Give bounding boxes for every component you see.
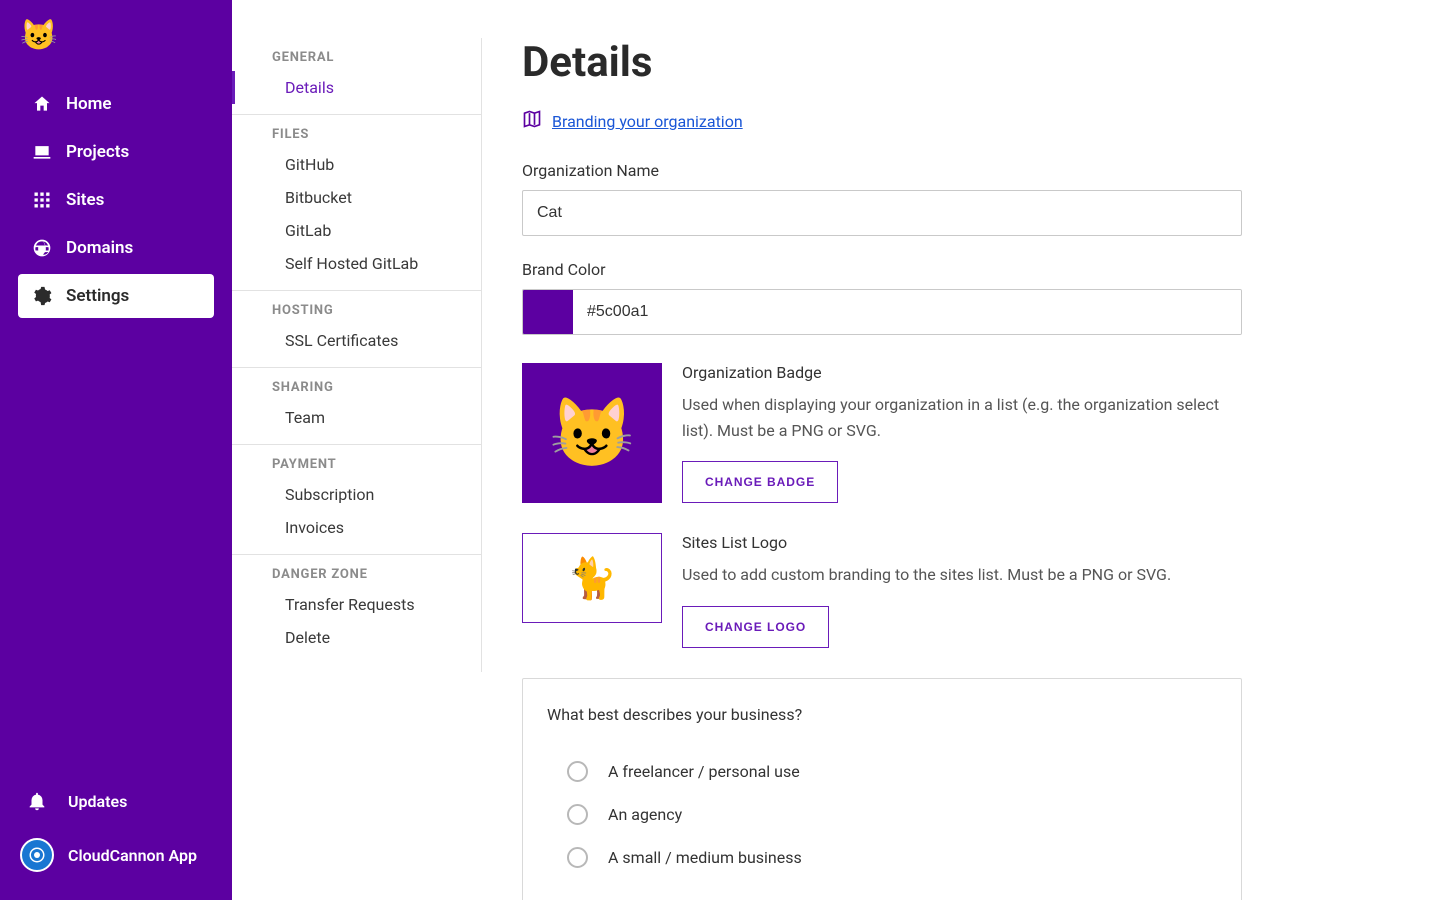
brand-color-label: Brand Color [522, 260, 1400, 279]
subnav-item-bitbucket[interactable]: Bitbucket [232, 181, 481, 214]
map-icon [522, 109, 542, 133]
change-logo-button[interactable]: CHANGE LOGO [682, 606, 829, 648]
radio-icon [567, 847, 588, 868]
sidebar-bottom: Updates CloudCannon App [18, 774, 214, 882]
org-badge-preview: 😺 [522, 363, 662, 503]
brand-color-field [522, 289, 1242, 335]
business-type-question: What best describes your business? [547, 705, 1217, 724]
subnav-item-team[interactable]: Team [232, 401, 481, 434]
subnav-header-danger: DANGER ZONE [232, 565, 481, 588]
subnav-header-files: FILES [232, 125, 481, 148]
gear-icon [32, 286, 52, 306]
sites-logo-title: Sites List Logo [682, 533, 1242, 552]
nav-home[interactable]: Home [18, 82, 214, 126]
subnav-item-subscription[interactable]: Subscription [232, 478, 481, 511]
subnav-item-ssl[interactable]: SSL Certificates [232, 324, 481, 357]
nav-label: Domains [66, 238, 133, 258]
nav-domains[interactable]: Domains [18, 226, 214, 270]
laptop-icon [32, 142, 52, 162]
org-badge-title: Organization Badge [682, 363, 1242, 382]
primary-nav: Home Projects Sites Domains Settings [18, 82, 214, 318]
primary-sidebar: 😺 Home Projects Sites Domains [0, 0, 232, 900]
nav-updates[interactable]: Updates [18, 774, 214, 828]
settings-subnav: GENERAL Details FILES GitHub Bitbucket G… [232, 0, 482, 900]
subnav-item-transfer[interactable]: Transfer Requests [232, 588, 481, 621]
nav-sites[interactable]: Sites [18, 178, 214, 222]
grid-icon [32, 190, 52, 210]
globe-icon [32, 238, 52, 258]
nav-projects[interactable]: Projects [18, 130, 214, 174]
subnav-header-hosting: HOSTING [232, 301, 481, 324]
nav-label: Projects [66, 142, 129, 162]
business-option-freelancer[interactable]: A freelancer / personal use [547, 750, 1217, 793]
app-label: CloudCannon App [68, 846, 197, 865]
sites-logo-preview: 🐈 [522, 533, 662, 623]
nav-cloudcannon-app[interactable]: CloudCannon App [18, 828, 214, 882]
main-content: Details Branding your organization Organ… [482, 0, 1440, 900]
subnav-item-invoices[interactable]: Invoices [232, 511, 481, 544]
nav-settings[interactable]: Settings [18, 274, 214, 318]
subnav-header-payment: PAYMENT [232, 455, 481, 478]
branding-help-link[interactable]: Branding your organization [522, 109, 743, 133]
radio-label: An agency [608, 805, 682, 824]
page-title: Details [522, 38, 1400, 87]
bell-icon [20, 784, 54, 818]
org-badge-small: 😺 [20, 18, 56, 54]
org-name-input[interactable] [522, 190, 1242, 236]
cloudcannon-icon [20, 838, 54, 872]
business-type-box: What best describes your business? A fre… [522, 678, 1242, 900]
subnav-header-sharing: SHARING [232, 378, 481, 401]
subnav-header-general: GENERAL [232, 48, 481, 71]
updates-label: Updates [68, 792, 127, 811]
business-option-smb[interactable]: A small / medium business [547, 836, 1217, 879]
business-option-agency[interactable]: An agency [547, 793, 1217, 836]
radio-icon [567, 761, 588, 782]
radio-label: A freelancer / personal use [608, 762, 800, 781]
subnav-item-details[interactable]: Details [232, 71, 481, 104]
nav-label: Home [66, 94, 112, 114]
nav-label: Settings [66, 286, 129, 306]
change-badge-button[interactable]: CHANGE BADGE [682, 461, 838, 503]
subnav-item-github[interactable]: GitHub [232, 148, 481, 181]
help-link-text: Branding your organization [552, 112, 743, 131]
nav-label: Sites [66, 190, 104, 210]
radio-label: A small / medium business [608, 848, 802, 867]
org-badge-desc: Used when displaying your organization i… [682, 392, 1242, 443]
sites-logo-desc: Used to add custom branding to the sites… [682, 562, 1242, 588]
subnav-item-gitlab[interactable]: GitLab [232, 214, 481, 247]
org-name-label: Organization Name [522, 161, 1400, 180]
radio-icon [567, 804, 588, 825]
brand-color-swatch[interactable] [523, 290, 573, 334]
home-icon [32, 94, 52, 114]
subnav-item-selfhosted-gitlab[interactable]: Self Hosted GitLab [232, 247, 481, 280]
subnav-item-delete[interactable]: Delete [232, 621, 481, 654]
brand-color-input[interactable] [573, 290, 1241, 334]
